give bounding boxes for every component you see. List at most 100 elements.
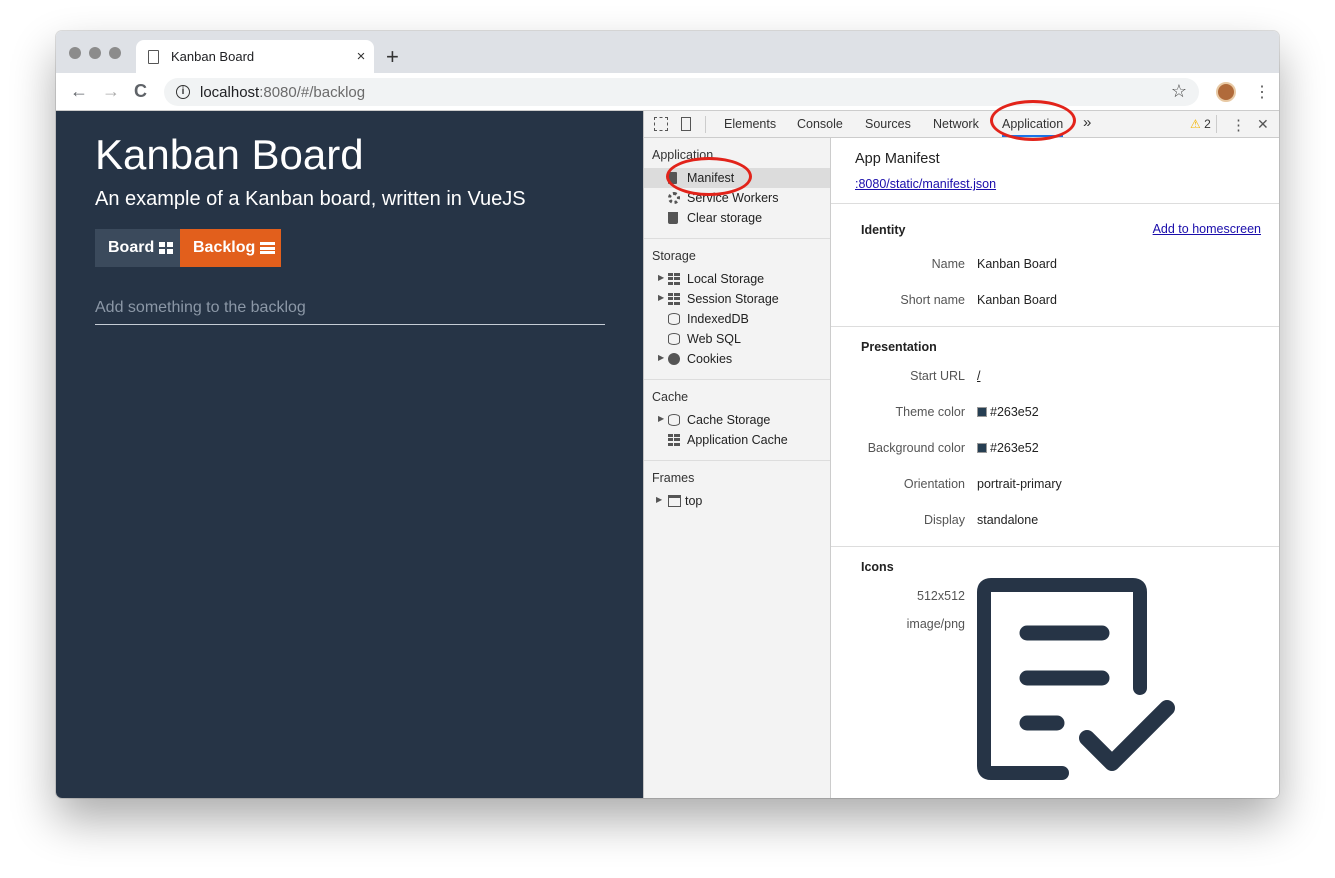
sidebar-item-application-cache[interactable]: Application Cache (668, 433, 788, 447)
database-icon (668, 333, 680, 345)
annotation-ring-application-tab (990, 100, 1076, 141)
devtools-tabbar: Elements Console Sources Network Applica… (644, 111, 1279, 138)
manifest-title: App Manifest (855, 151, 940, 167)
backlog-button[interactable]: Backlog (180, 229, 281, 267)
browser-tab[interactable]: Kanban Board × (136, 40, 374, 73)
device-toolbar-icon[interactable] (681, 117, 691, 131)
expand-arrow-icon[interactable]: ▶ (658, 273, 664, 282)
grid-icon (668, 273, 680, 285)
manifest-url-link[interactable]: :8080/static/manifest.json (855, 177, 996, 191)
expand-arrow-icon[interactable]: ▶ (658, 293, 664, 302)
warning-badge[interactable]: ⚠ 2 (1190, 117, 1211, 131)
name-label: Name (931, 257, 965, 271)
database-icon (668, 414, 680, 426)
reload-icon[interactable]: C (134, 81, 147, 102)
browser-toolbar: ← → C i localhost:8080/#/backlog ☆ ⋮ (56, 73, 1279, 111)
sidebar-divider (644, 460, 830, 461)
sidebar-header-storage: Storage (652, 249, 696, 263)
sidebar-divider (644, 379, 830, 380)
annotation-ring-manifest-item (666, 157, 752, 196)
cookie-icon (668, 353, 680, 365)
start-url-link[interactable]: / (977, 369, 980, 383)
page-icon (148, 49, 159, 64)
theme-color-value: #263e52 (977, 405, 1039, 419)
more-tabs-icon[interactable]: » (1083, 114, 1091, 131)
sidebar-item-indexeddb[interactable]: IndexedDB (668, 312, 749, 326)
sidebar-divider (644, 238, 830, 239)
sidebar-item-label: top (685, 494, 703, 508)
background-color-value: #263e52 (977, 441, 1039, 455)
back-icon[interactable]: ← (70, 81, 88, 102)
sidebar-item-label: IndexedDB (687, 312, 749, 326)
bookmark-star-icon[interactable]: ☆ (1171, 81, 1187, 102)
add-to-homescreen-link[interactable]: Add to homescreen (1153, 222, 1261, 236)
sidebar-item-label: Session Storage (687, 292, 779, 306)
kanban-app: Kanban Board An example of a Kanban boar… (56, 111, 643, 798)
database-icon (668, 313, 680, 325)
warning-count: 2 (1204, 117, 1211, 131)
board-button[interactable]: Board (95, 229, 180, 267)
short-name-value: Kanban Board (977, 293, 1057, 307)
board-button-label: Board (108, 239, 155, 256)
sidebar-item-label: Cache Storage (687, 413, 771, 427)
name-value: Kanban Board (977, 257, 1057, 271)
orientation-value: portrait-primary (977, 477, 1062, 491)
devtools-close-icon[interactable]: ✕ (1257, 116, 1269, 133)
gear-icon (668, 192, 680, 204)
display-label: Display (924, 513, 965, 527)
sidebar-item-clear-storage[interactable]: Clear storage (668, 211, 763, 225)
display-value: standalone (977, 513, 1039, 527)
sidebar-header-cache: Cache (652, 390, 689, 404)
close-window-button[interactable] (69, 47, 81, 59)
theme-color-swatch (977, 407, 987, 417)
minimize-window-button[interactable] (89, 47, 101, 59)
url-path: :8080/#/backlog (259, 83, 366, 101)
devtools-menu-icon[interactable]: ⋮ (1231, 116, 1246, 134)
tab-title: Kanban Board (171, 49, 255, 64)
frame-icon (668, 495, 681, 507)
tab-sources[interactable]: Sources (865, 117, 911, 131)
presentation-header: Presentation (861, 340, 937, 354)
sidebar-item-session-storage[interactable]: ▶ Session Storage (658, 292, 779, 306)
icons-header: Icons (861, 560, 894, 574)
browser-menu-icon[interactable]: ⋮ (1254, 82, 1270, 102)
application-sidebar: Application Manifest Service Workers Cle… (644, 138, 831, 798)
info-icon[interactable]: i (176, 85, 190, 99)
sidebar-item-top-frame[interactable]: ▶ top (656, 494, 703, 508)
short-name-label: Short name (900, 293, 965, 307)
app-manifest-icon (977, 578, 1175, 780)
sidebar-item-label: Cookies (687, 352, 733, 366)
theme-color-label: Theme color (895, 405, 965, 419)
sidebar-item-label: Clear storage (687, 211, 763, 225)
sidebar-item-label: Local Storage (687, 272, 765, 286)
tab-console[interactable]: Console (797, 117, 843, 131)
sidebar-item-cookies[interactable]: ▶ Cookies (658, 352, 733, 366)
expand-arrow-icon[interactable]: ▶ (658, 353, 664, 362)
tab-elements[interactable]: Elements (724, 117, 776, 131)
expand-arrow-icon[interactable]: ▶ (658, 414, 664, 423)
sidebar-item-local-storage[interactable]: ▶ Local Storage (658, 272, 765, 286)
list-icon (260, 241, 276, 256)
background-color-text: #263e52 (990, 441, 1039, 455)
start-url-label: Start URL (910, 369, 965, 383)
tab-close-icon[interactable]: × (348, 48, 374, 65)
background-color-label: Background color (867, 441, 965, 455)
backlog-input[interactable]: Add something to the backlog (95, 299, 605, 325)
sidebar-item-cache-storage[interactable]: ▶ Cache Storage (658, 413, 771, 427)
section-divider (831, 546, 1279, 547)
new-tab-button[interactable]: + (386, 44, 399, 70)
section-divider (831, 326, 1279, 327)
grid-icon (159, 242, 174, 254)
grid-icon (668, 293, 680, 305)
forward-icon[interactable]: → (102, 81, 120, 102)
app-title: Kanban Board (95, 131, 364, 178)
inspect-element-icon[interactable] (654, 117, 668, 131)
profile-avatar[interactable] (1216, 82, 1236, 102)
sidebar-item-label: Web SQL (687, 332, 741, 346)
tab-network[interactable]: Network (933, 117, 979, 131)
sidebar-item-web-sql[interactable]: Web SQL (668, 332, 741, 346)
theme-color-text: #263e52 (990, 405, 1039, 419)
background-color-swatch (977, 443, 987, 453)
maximize-window-button[interactable] (109, 47, 121, 59)
expand-arrow-icon[interactable]: ▶ (656, 495, 662, 504)
